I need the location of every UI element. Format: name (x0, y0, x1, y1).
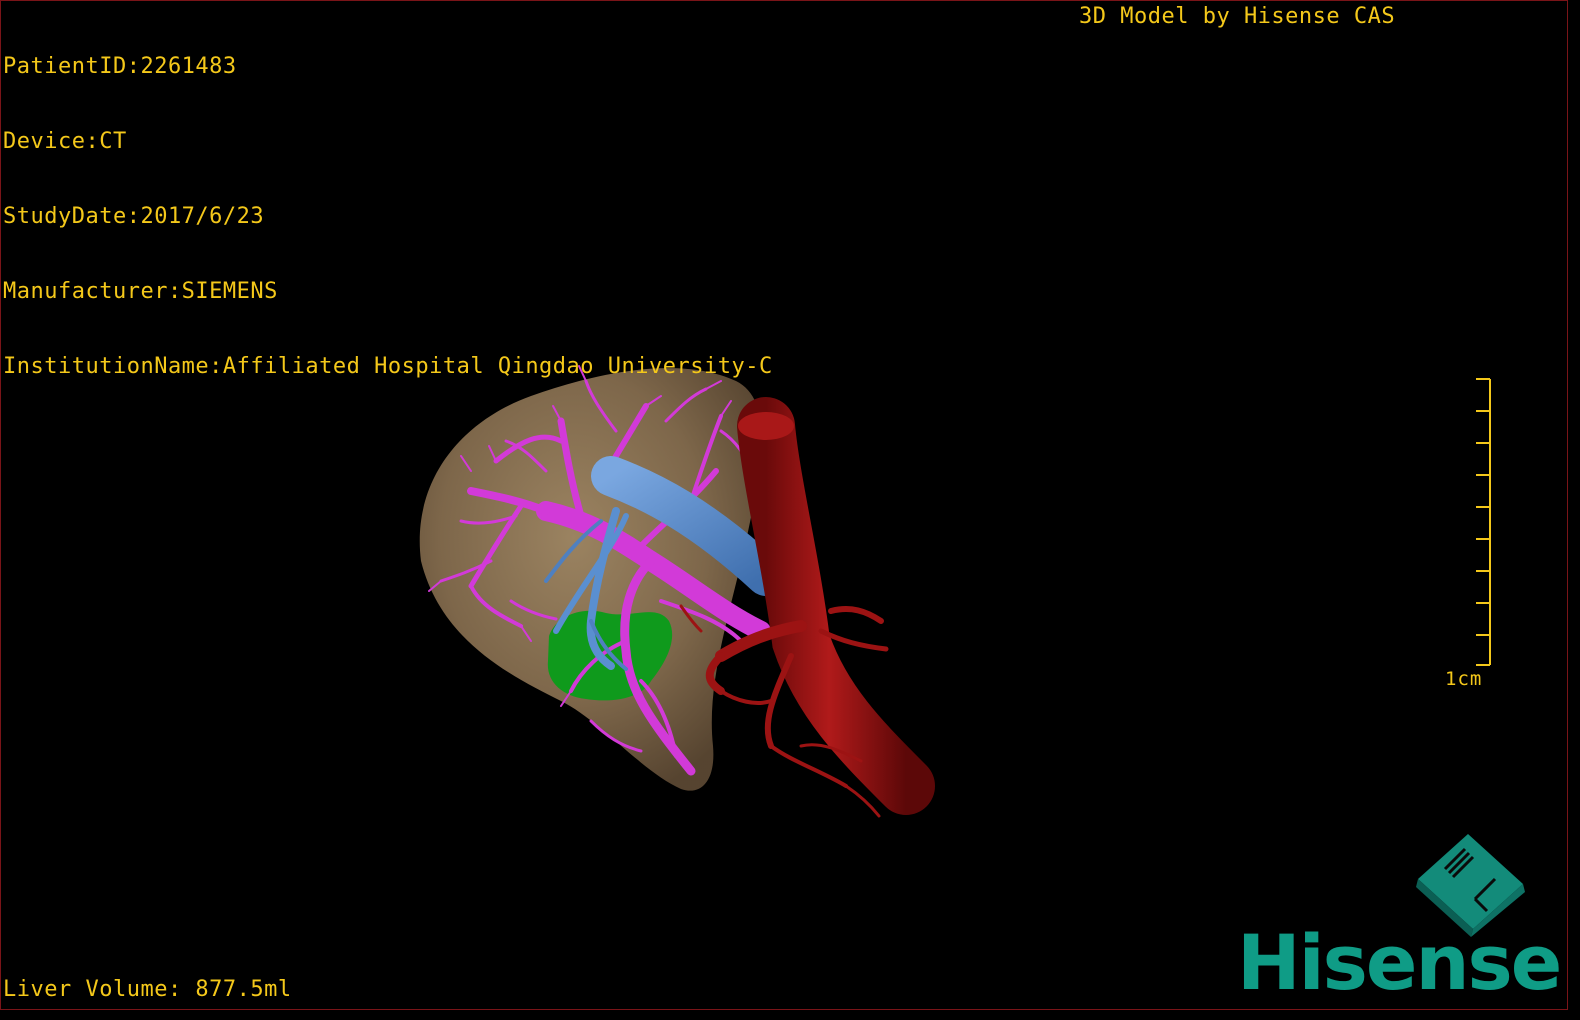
3d-viewport[interactable]: PatientID:2261483 Device:CT StudyDate:20… (0, 0, 1568, 1010)
study-date: StudyDate:2017/6/23 (3, 204, 265, 229)
hisense-logo: Hisense (1237, 918, 1562, 1007)
device: Device:CT (3, 129, 127, 154)
institution-name: InstitutionName:Affiliated Hospital Qing… (3, 354, 773, 379)
patient-info-panel: PatientID:2261483 Device:CT StudyDate:20… (3, 4, 773, 429)
model-credit: 3D Model by Hisense CAS (1079, 4, 1396, 29)
scale-bar (1476, 378, 1491, 666)
scale-bar-label: 1cm (1445, 668, 1483, 690)
manufacturer: Manufacturer:SIEMENS (3, 279, 278, 304)
patient-id: PatientID:2261483 (3, 54, 237, 79)
liver-volume-readout: Liver Volume: 877.5ml (3, 977, 292, 1002)
